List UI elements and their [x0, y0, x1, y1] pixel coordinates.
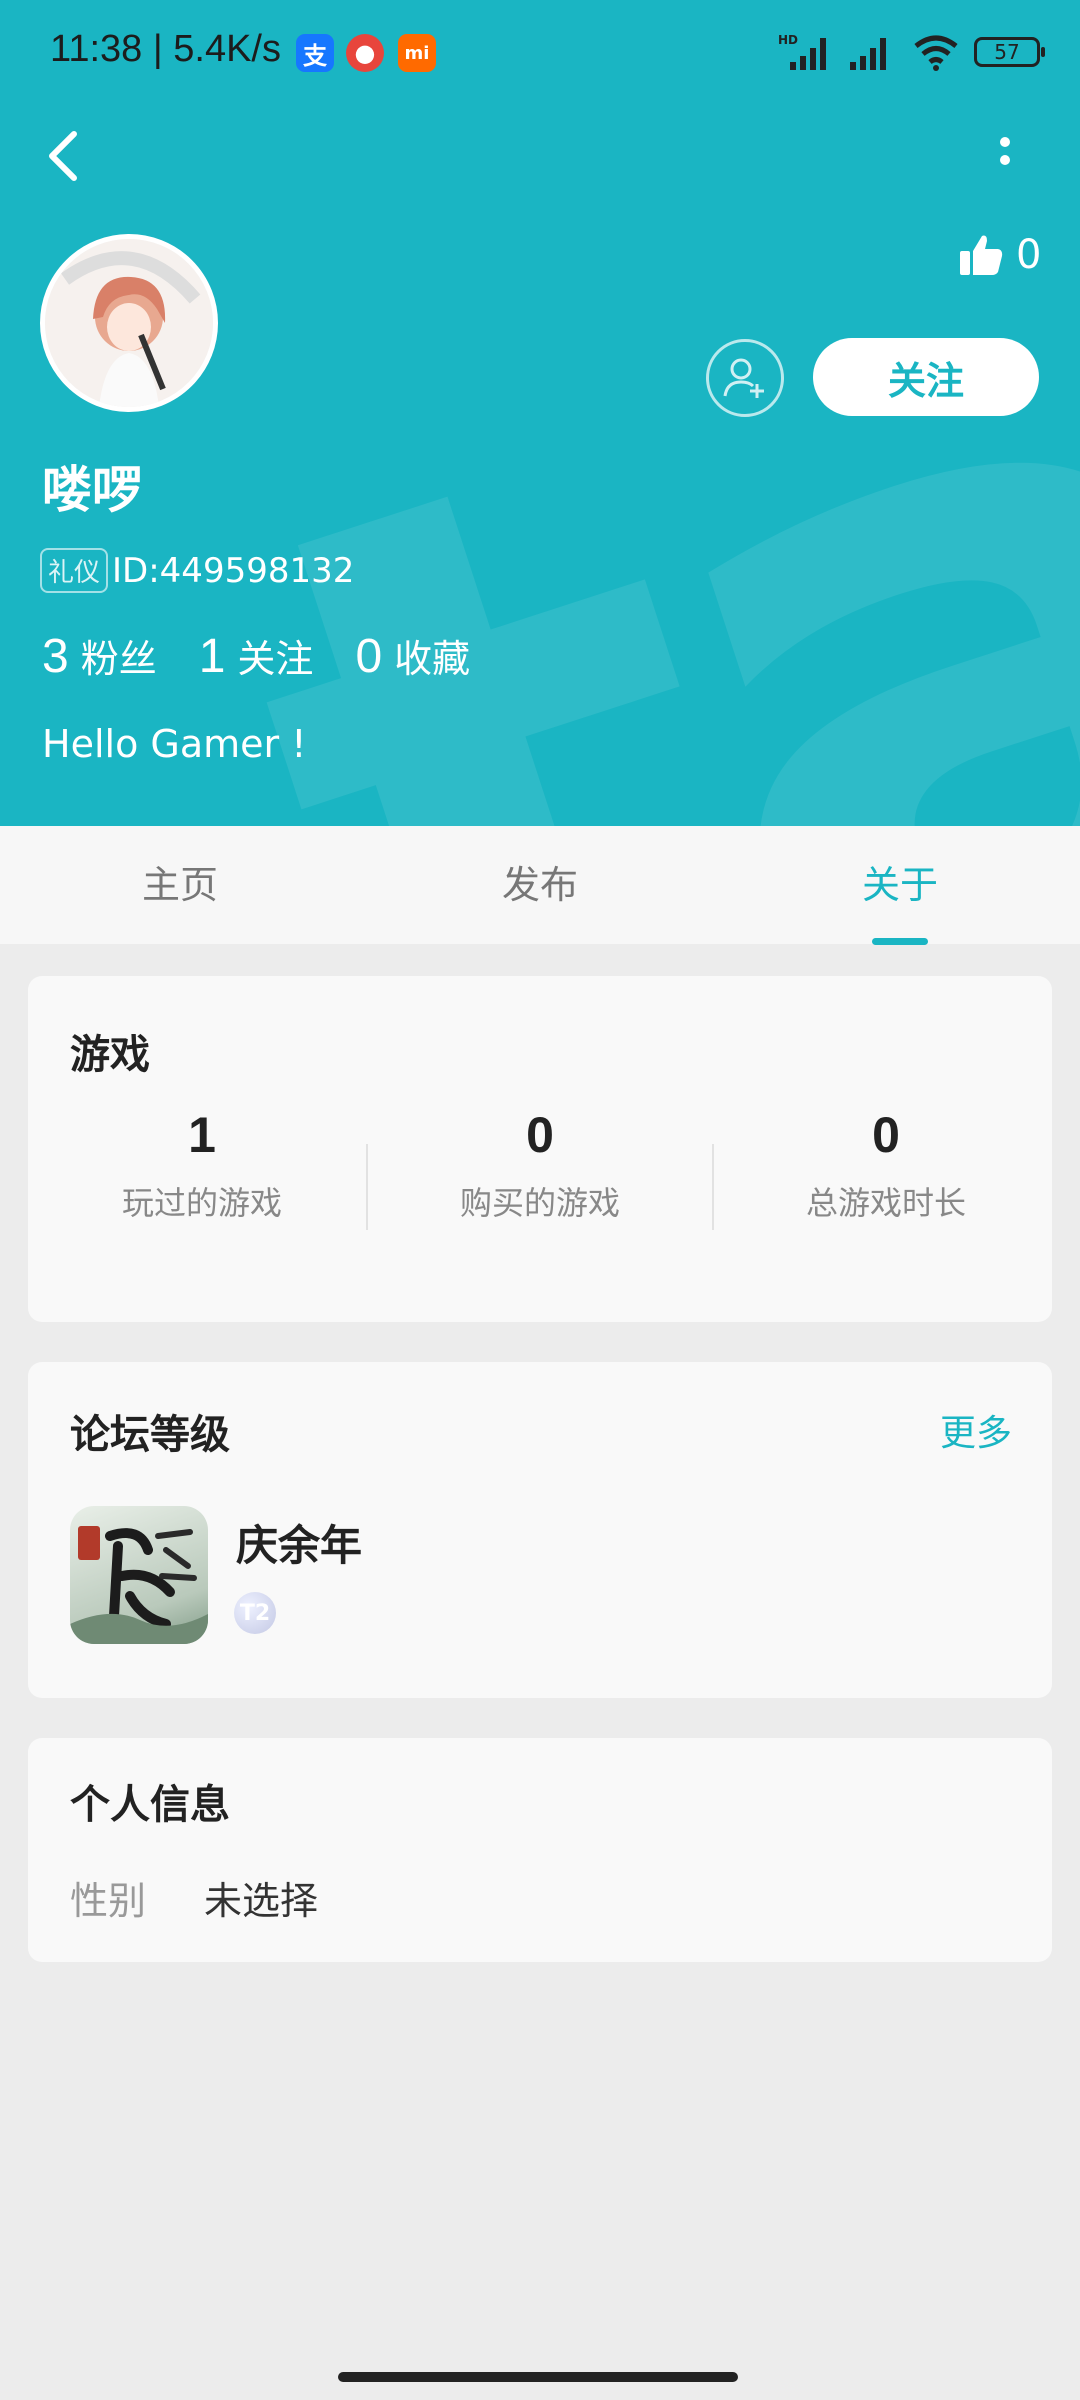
following-stat[interactable]: 1 关注	[199, 628, 314, 684]
likes-counter[interactable]: 0	[958, 232, 1041, 278]
tab-posts[interactable]: 发布	[440, 826, 640, 944]
status-bar: 11:38 | 5.4K/s 支 ● mi HD 57	[0, 0, 1080, 104]
divider	[712, 1144, 714, 1230]
add-user-icon	[723, 358, 764, 398]
more-link[interactable]: 更多	[940, 1404, 1012, 1456]
gender-value: 未选择	[204, 1879, 319, 1923]
game-icon[interactable]	[70, 1506, 208, 1644]
stat-number: 0	[526, 1107, 554, 1163]
played-games-stat[interactable]: 1 玩过的游戏	[32, 1106, 372, 1224]
profile-header: tapta 11:38 | 5.4K/s 支 ● mi HD 57	[0, 0, 1080, 826]
more-options-icon[interactable]	[990, 130, 1020, 190]
user-id-row: 礼仪 ID:449598132	[40, 548, 354, 593]
likes-count: 0	[1016, 232, 1042, 278]
divider	[366, 1144, 368, 1230]
avatar[interactable]	[40, 234, 218, 412]
profile-tabs: 主页 发布 关于	[0, 826, 1080, 944]
stat-label: 关注	[237, 637, 314, 681]
info-card-title: 个人信息	[70, 1782, 230, 1828]
follow-button[interactable]: 关注	[813, 338, 1039, 416]
purchased-games-stat[interactable]: 0 购买的游戏	[370, 1106, 710, 1224]
games-card-title: 游戏	[70, 1032, 150, 1078]
mi-icon: mi	[398, 34, 436, 72]
stat-label: 总游戏时长	[805, 1184, 966, 1222]
tab-home[interactable]: 主页	[80, 826, 280, 944]
game-name[interactable]: 庆余年	[236, 1512, 362, 1573]
thumbs-up-icon	[960, 235, 1003, 275]
app-notification-icon: ●	[346, 34, 384, 72]
stat-number: 0	[355, 630, 383, 683]
stat-number: 1	[188, 1107, 216, 1163]
gender-label: 性别	[70, 1879, 147, 1923]
tab-about[interactable]: 关于	[800, 826, 1000, 944]
signal-icon	[850, 38, 886, 70]
user-id: ID:449598132	[112, 550, 355, 591]
battery-icon: 57	[974, 37, 1045, 67]
stat-label: 收藏	[394, 637, 471, 681]
user-bio: Hello Gamer !	[42, 722, 307, 766]
etiquette-badge[interactable]: 礼仪	[40, 548, 109, 593]
personal-info-card: 个人信息 性别 未选择	[28, 1738, 1052, 1962]
add-friend-button[interactable]	[706, 339, 784, 417]
forum-level-badge: T2	[234, 1592, 276, 1634]
stat-number: 1	[198, 630, 226, 683]
status-icons: HD 57	[778, 30, 1045, 74]
active-tab-indicator	[872, 938, 928, 945]
stat-label: 购买的游戏	[459, 1184, 620, 1222]
favorites-stat[interactable]: 0 收藏	[355, 628, 470, 684]
stat-number: 3	[42, 630, 69, 683]
username: 喽啰	[42, 461, 142, 519]
wifi-icon	[914, 35, 958, 71]
stat-label: 玩过的游戏	[121, 1184, 282, 1222]
status-time: 11:38 | 5.4K/s	[50, 28, 281, 70]
alipay-icon: 支	[296, 34, 334, 72]
stat-number: 0	[872, 1107, 900, 1163]
forum-level-card: 论坛等级 更多 庆余年 T2	[28, 1362, 1052, 1698]
hd-label: HD	[778, 33, 798, 47]
level-text: T2	[239, 1600, 271, 1626]
hd-signal-icon: HD	[778, 33, 826, 70]
game-icon-image	[70, 1526, 208, 1644]
games-card: 游戏 1 玩过的游戏 0 购买的游戏 0 总游戏时长	[28, 976, 1052, 1322]
back-icon[interactable]	[40, 126, 100, 186]
stat-label: 粉丝	[80, 637, 157, 681]
playtime-stat[interactable]: 0 总游戏时长	[716, 1106, 1056, 1224]
forum-card-title: 论坛等级	[70, 1412, 230, 1458]
profile-stats: 3 粉丝 1 关注 0 收藏	[42, 628, 512, 684]
avatar-image	[45, 239, 213, 407]
home-indicator[interactable]	[338, 2372, 738, 2382]
followers-stat[interactable]: 3 粉丝	[42, 628, 157, 684]
